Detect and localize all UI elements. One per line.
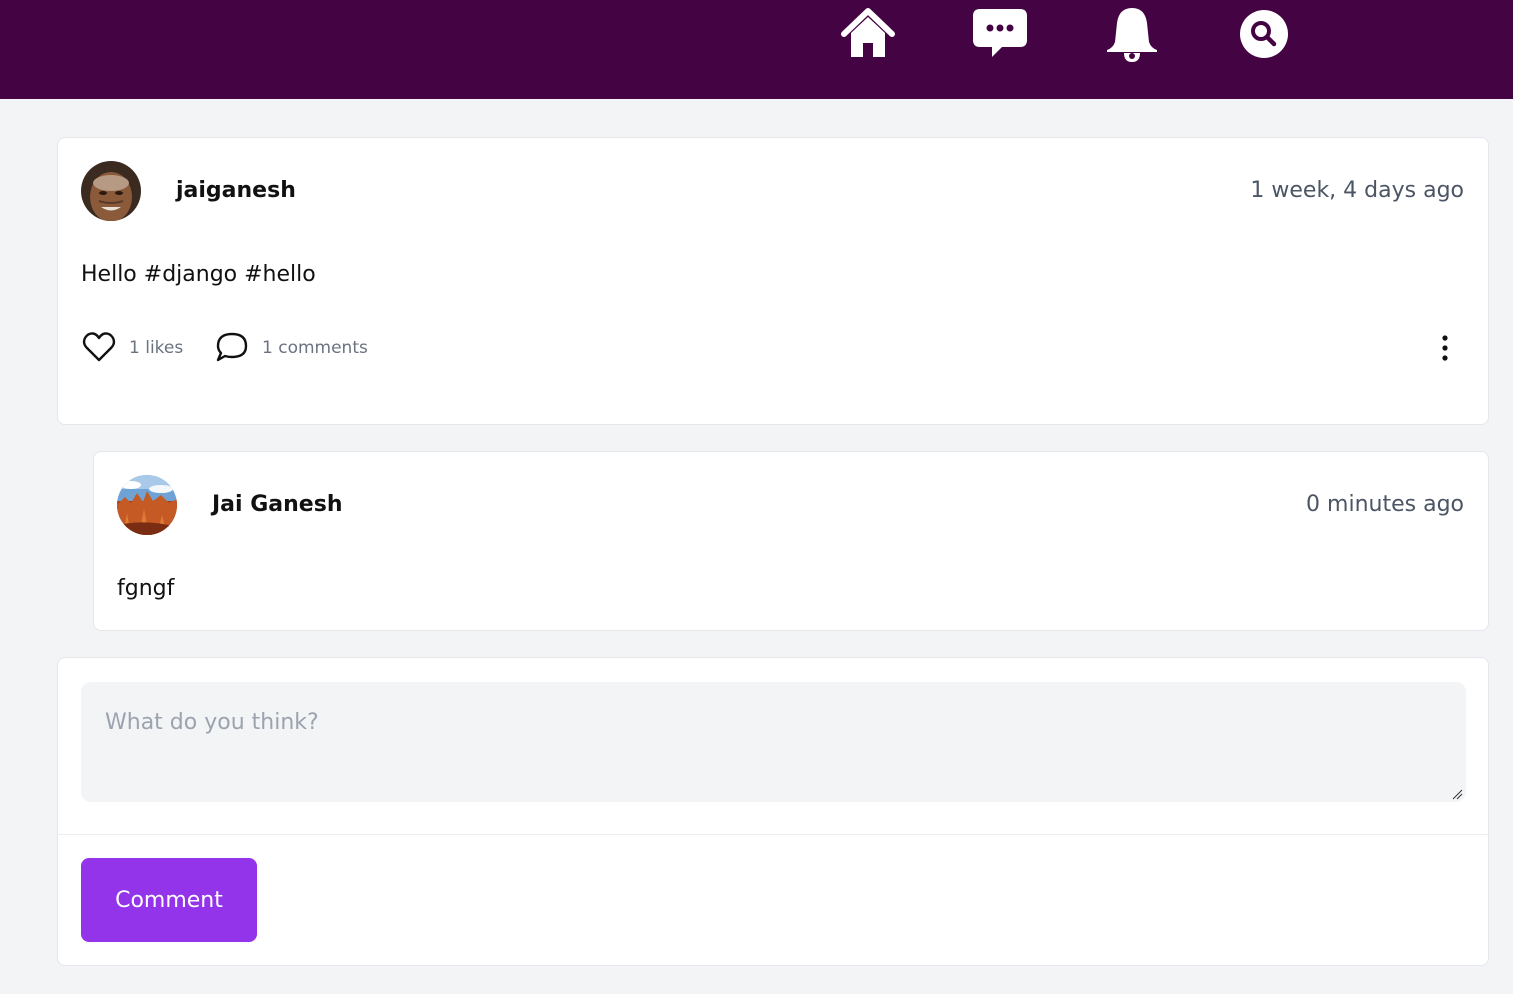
like-button[interactable] xyxy=(82,330,116,364)
comment-input[interactable] xyxy=(81,682,1466,802)
like-count: 1 likes xyxy=(129,338,184,358)
speech-bubble-icon xyxy=(216,332,248,362)
top-navbar xyxy=(0,0,1513,99)
search-icon[interactable] xyxy=(1236,6,1292,62)
avatar[interactable] xyxy=(81,161,141,221)
comment-form: Comment xyxy=(57,657,1489,966)
comment-button[interactable] xyxy=(215,330,249,364)
chat-icon[interactable] xyxy=(972,6,1028,62)
post-author[interactable]: jaiganesh xyxy=(176,178,296,203)
divider xyxy=(58,834,1488,835)
resize-handle-icon[interactable] xyxy=(1451,788,1463,800)
comment-text: fgngf xyxy=(117,576,175,601)
more-options-button[interactable] xyxy=(1430,332,1460,366)
comment-card: Jai Ganesh 0 minutes ago fgngf xyxy=(93,451,1489,631)
comment-author[interactable]: Jai Ganesh xyxy=(212,492,342,517)
bell-icon[interactable] xyxy=(1104,6,1160,62)
vertical-dots-icon xyxy=(1442,335,1448,361)
comment-count: 1 comments xyxy=(262,338,368,358)
post-timestamp: 1 week, 4 days ago xyxy=(1250,178,1464,203)
avatar[interactable] xyxy=(117,475,177,535)
comment-timestamp: 0 minutes ago xyxy=(1306,492,1464,517)
heart-icon xyxy=(82,332,116,362)
post-card: jaiganesh 1 week, 4 days ago Hello #djan… xyxy=(57,137,1489,425)
comment-submit-button[interactable]: Comment xyxy=(81,858,257,942)
post-text: Hello #django #hello xyxy=(81,262,316,287)
home-icon[interactable] xyxy=(840,6,896,62)
